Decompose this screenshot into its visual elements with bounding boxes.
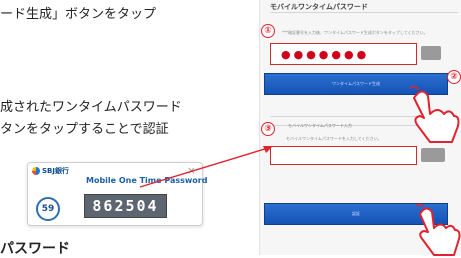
bank-name: SBJ銀行 [42, 167, 69, 175]
tap-hand-icon [415, 203, 461, 256]
panel-title: モバイルワンタイムパスワード [270, 3, 368, 11]
password-field[interactable]: ●●●●●●● [270, 43, 417, 65]
otp-keyboard-toggle-button[interactable] [421, 148, 445, 162]
step-marker-3: ③ [261, 122, 275, 136]
countdown-timer: 59 [36, 197, 60, 221]
bank-logo: SBJ銀行 [32, 166, 69, 176]
cropped-heading: パスワード [0, 241, 70, 257]
title-divider [270, 12, 458, 13]
password-instruction: ***暗証番号を入力後、ワンタイムパスワード生成ボタンをタップしてください。 [282, 30, 428, 35]
token-value: 862504 [84, 194, 167, 218]
otp-instruction: モバイルワンタイムパスワードを入力してください。 [286, 136, 382, 141]
instruction-line-1: ード生成」ボタンをタップ [0, 7, 157, 22]
keyboard-toggle-button[interactable] [421, 46, 441, 60]
otp-section-label: モバイルワンタイムパスワード入力 [288, 123, 352, 128]
red-arrow [139, 146, 273, 188]
step-marker-1: ① [261, 24, 275, 38]
instruction-line-3: タンをタップすることで認証 [0, 122, 169, 137]
step-marker-2: ② [447, 70, 461, 84]
tap-hand-icon [409, 85, 460, 143]
password-masked-value: ●●●●●●● [281, 47, 370, 61]
bank-logo-icon [32, 167, 40, 175]
instruction-line-2: 成されたワンタイムパスワード [0, 100, 182, 115]
otp-input[interactable] [270, 146, 417, 165]
